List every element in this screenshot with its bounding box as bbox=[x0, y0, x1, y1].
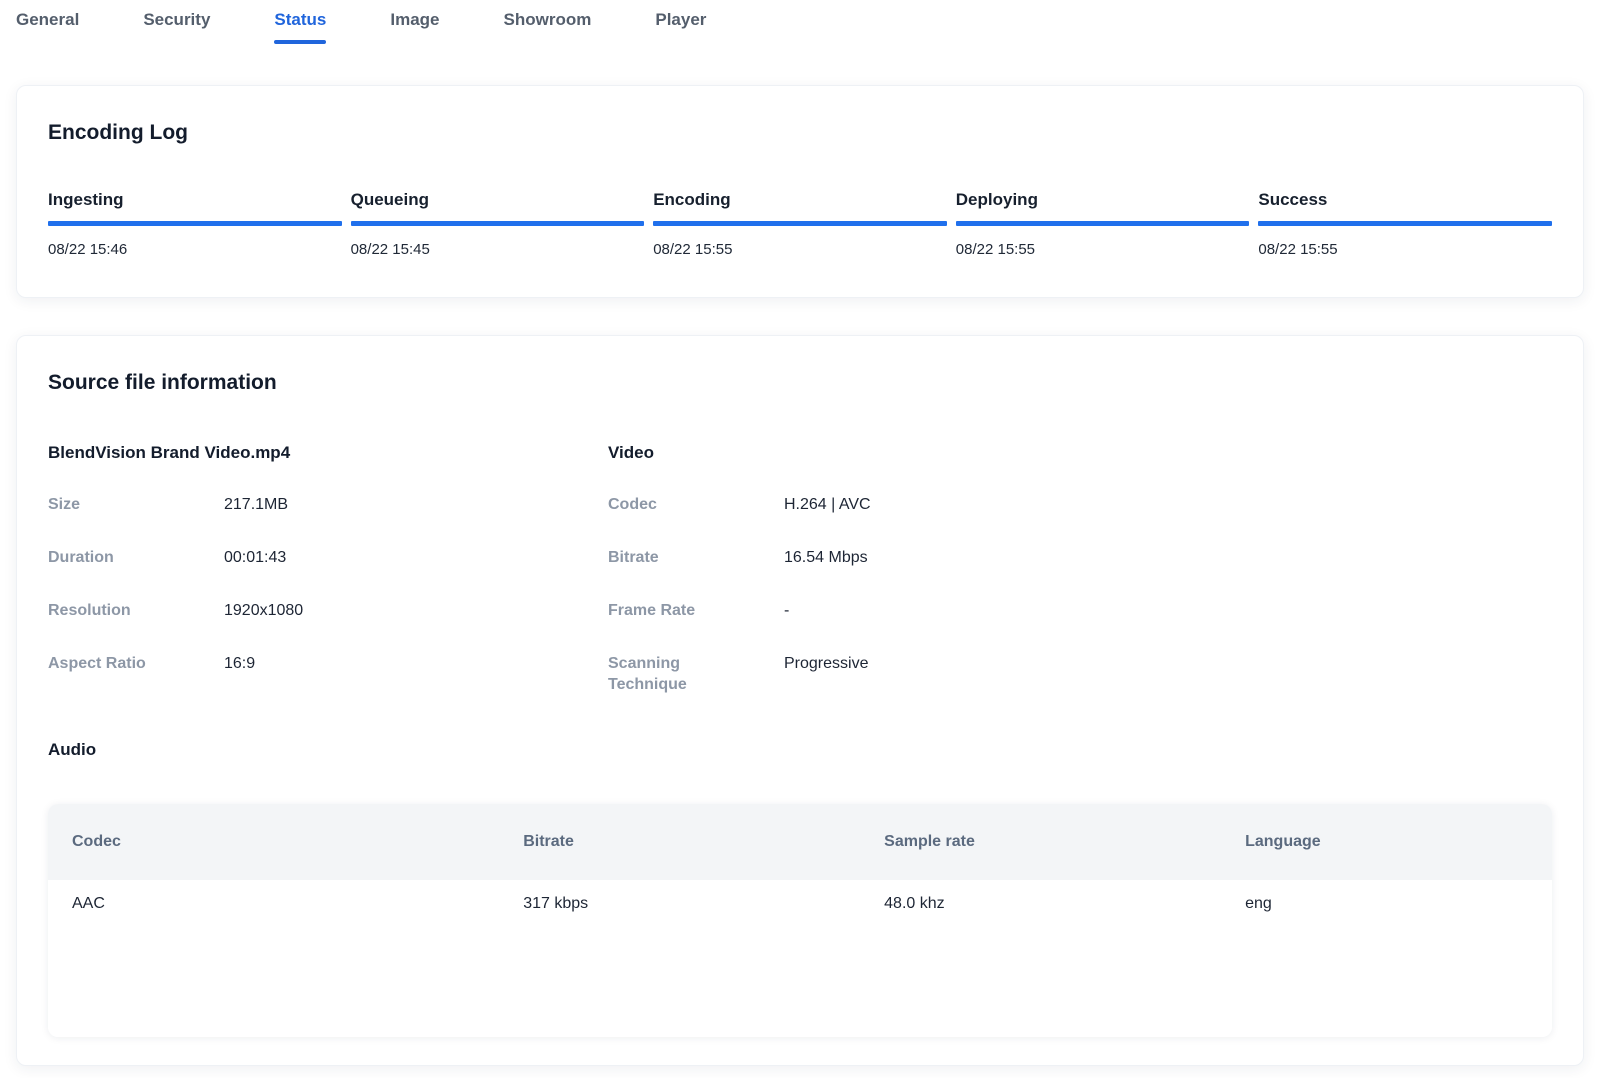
tab-general-label: General bbox=[16, 9, 79, 31]
file-duration-row: Duration 00:01:43 bbox=[48, 547, 608, 568]
tab-bar: General Security Status Image Showroom P… bbox=[0, 0, 1600, 44]
audio-table-body: AAC 317 kbps 48.0 khz eng bbox=[48, 880, 1552, 1037]
audio-heading: Audio bbox=[48, 739, 1552, 760]
file-resolution-label: Resolution bbox=[48, 600, 224, 621]
step-success: Success 08/22 15:55 bbox=[1258, 189, 1552, 259]
step-encoding: Encoding 08/22 15:55 bbox=[653, 189, 947, 259]
video-codec-value: H.264 | AVC bbox=[784, 494, 1552, 515]
step-label: Success bbox=[1258, 189, 1552, 210]
video-bitrate-value: 16.54 Mbps bbox=[784, 547, 1552, 568]
audio-bitrate-cell: 317 kbps bbox=[499, 893, 860, 914]
step-progress-bar bbox=[351, 221, 645, 226]
tab-status[interactable]: Status bbox=[274, 9, 326, 44]
step-timestamp: 08/22 15:55 bbox=[653, 241, 947, 259]
table-row: AAC 317 kbps 48.0 khz eng bbox=[48, 880, 1552, 914]
video-frame-rate-value: - bbox=[784, 600, 1552, 621]
tab-image-label: Image bbox=[390, 9, 439, 31]
tab-showroom-label: Showroom bbox=[504, 9, 592, 31]
file-aspect-ratio-label: Aspect Ratio bbox=[48, 653, 224, 674]
audio-language-cell: eng bbox=[1221, 893, 1552, 914]
video-info-column: Video Codec H.264 | AVC Bitrate 16.54 Mb… bbox=[608, 442, 1552, 727]
tab-security-label: Security bbox=[143, 9, 210, 31]
tab-image[interactable]: Image bbox=[390, 9, 439, 31]
file-size-label: Size bbox=[48, 494, 224, 515]
video-codec-label: Codec bbox=[608, 494, 784, 515]
encoding-steps: Ingesting 08/22 15:46 Queueing 08/22 15:… bbox=[48, 189, 1552, 259]
audio-sample-rate-cell: 48.0 khz bbox=[860, 893, 1221, 914]
audio-column-sample-rate: Sample rate bbox=[860, 832, 1221, 852]
audio-column-bitrate: Bitrate bbox=[499, 832, 860, 852]
file-size-value: 217.1MB bbox=[224, 494, 608, 515]
step-deploying: Deploying 08/22 15:55 bbox=[956, 189, 1250, 259]
audio-table: Codec Bitrate Sample rate Language AAC 3… bbox=[48, 804, 1552, 1037]
tab-player-label: Player bbox=[655, 9, 706, 31]
step-label: Deploying bbox=[956, 189, 1250, 210]
file-aspect-ratio-value: 16:9 bbox=[224, 653, 608, 674]
encoding-log-card: Encoding Log Ingesting 08/22 15:46 Queue… bbox=[16, 85, 1584, 298]
step-label: Queueing bbox=[351, 189, 645, 210]
file-size-row: Size 217.1MB bbox=[48, 494, 608, 515]
video-frame-rate-label: Frame Rate bbox=[608, 600, 784, 621]
file-duration-value: 00:01:43 bbox=[224, 547, 608, 568]
tab-general[interactable]: General bbox=[16, 9, 79, 31]
active-tab-underline bbox=[274, 40, 326, 44]
step-timestamp: 08/22 15:46 bbox=[48, 241, 342, 259]
step-progress-bar bbox=[956, 221, 1250, 226]
audio-codec-cell: AAC bbox=[48, 893, 499, 914]
step-progress-bar bbox=[48, 221, 342, 226]
file-duration-label: Duration bbox=[48, 547, 224, 568]
video-frame-rate-row: Frame Rate - bbox=[608, 600, 1552, 621]
step-label: Encoding bbox=[653, 189, 947, 210]
step-timestamp: 08/22 15:55 bbox=[1258, 241, 1552, 259]
source-file-title: Source file information bbox=[48, 370, 1552, 396]
file-resolution-value: 1920x1080 bbox=[224, 600, 608, 621]
step-ingesting: Ingesting 08/22 15:46 bbox=[48, 189, 342, 259]
tab-security[interactable]: Security bbox=[143, 9, 210, 31]
step-label: Ingesting bbox=[48, 189, 342, 210]
step-progress-bar bbox=[653, 221, 947, 226]
tab-showroom[interactable]: Showroom bbox=[504, 9, 592, 31]
video-scanning-technique-value: Progressive bbox=[784, 653, 1552, 695]
file-resolution-row: Resolution 1920x1080 bbox=[48, 600, 608, 621]
file-aspect-ratio-row: Aspect Ratio 16:9 bbox=[48, 653, 608, 674]
tab-player[interactable]: Player bbox=[655, 9, 706, 31]
audio-column-codec: Codec bbox=[48, 832, 499, 852]
tab-status-label: Status bbox=[274, 9, 326, 31]
file-name-heading: BlendVision Brand Video.mp4 bbox=[48, 442, 608, 463]
file-info-column: BlendVision Brand Video.mp4 Size 217.1MB… bbox=[48, 442, 608, 727]
video-bitrate-label: Bitrate bbox=[608, 547, 784, 568]
video-bitrate-row: Bitrate 16.54 Mbps bbox=[608, 547, 1552, 568]
audio-column-language: Language bbox=[1221, 832, 1552, 852]
step-queueing: Queueing 08/22 15:45 bbox=[351, 189, 645, 259]
step-timestamp: 08/22 15:55 bbox=[956, 241, 1250, 259]
video-scanning-technique-label: Scanning Technique bbox=[608, 653, 784, 695]
step-timestamp: 08/22 15:45 bbox=[351, 241, 645, 259]
source-file-card: Source file information BlendVision Bran… bbox=[16, 335, 1584, 1066]
audio-table-header: Codec Bitrate Sample rate Language bbox=[48, 804, 1552, 880]
video-scanning-technique-row: Scanning Technique Progressive bbox=[608, 653, 1552, 695]
step-progress-bar bbox=[1258, 221, 1552, 226]
source-file-info-grid: BlendVision Brand Video.mp4 Size 217.1MB… bbox=[48, 442, 1552, 727]
video-codec-row: Codec H.264 | AVC bbox=[608, 494, 1552, 515]
video-heading: Video bbox=[608, 442, 1552, 463]
encoding-log-title: Encoding Log bbox=[48, 120, 1552, 146]
